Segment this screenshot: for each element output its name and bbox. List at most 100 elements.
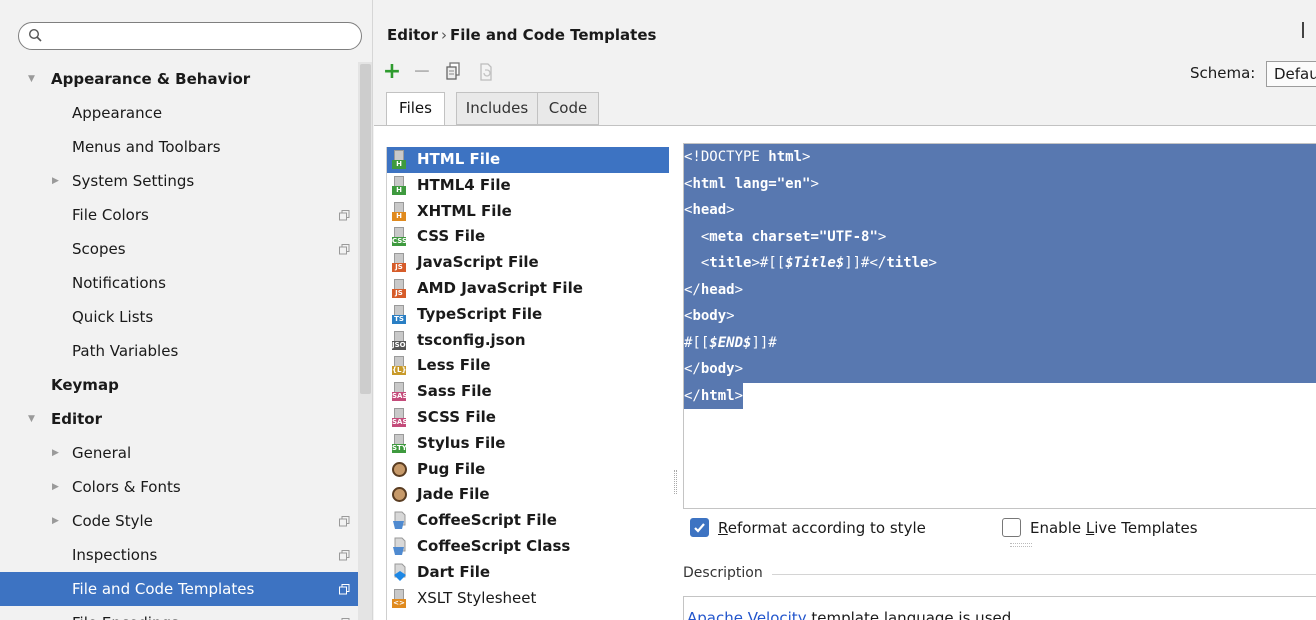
file-type-icon: JS [392, 253, 408, 273]
live-templates-label[interactable]: Enable Live Templates [1030, 518, 1198, 538]
template-item[interactable]: H XHTML File [387, 199, 669, 225]
collapsed-arrow-icon[interactable]: ▶ [52, 470, 59, 504]
tree-item-label: Inspections [72, 546, 158, 564]
template-item[interactable]: CoffeeScript File [387, 508, 669, 534]
file-type-tag: TS [392, 314, 406, 324]
reformat-label[interactable]: Reformat according to style [718, 518, 926, 538]
code-text: body [700, 361, 735, 377]
description-panel: Apache Velocity template language is use… [683, 596, 1316, 620]
velocity-link[interactable]: Apache Velocity [687, 609, 807, 620]
schema-label: Schema: [1190, 64, 1256, 82]
tree-item-label: Code Style [72, 512, 153, 530]
live-templates-checkbox[interactable] [1002, 518, 1021, 537]
settings-content: Editor › File and Code Templates + − Schem… [374, 0, 1316, 620]
file-type-tag: {L} [392, 366, 407, 376]
reformat-checkbox[interactable] [690, 518, 709, 537]
project-scope-icon [339, 244, 350, 255]
tree-item-editor[interactable]: ▼ Editor [0, 402, 358, 436]
template-item[interactable]: SASS Sass File [387, 379, 669, 405]
code-line: </body> [684, 356, 1316, 383]
template-item[interactable]: Dart File [387, 560, 669, 586]
tree-item-inspections[interactable]: Inspections [0, 538, 358, 572]
copy-template-button[interactable] [444, 62, 464, 84]
template-name: CSS File [417, 227, 486, 246]
code-text: html [768, 149, 803, 165]
file-type-icon: {L} [392, 356, 408, 376]
file-type-tag: <> [392, 598, 406, 608]
tree-item-colors-fonts[interactable]: ▶ Colors & Fonts [0, 470, 358, 504]
expanded-arrow-icon[interactable]: ▼ [28, 402, 35, 436]
tab-divider [374, 125, 1316, 126]
template-item[interactable]: CoffeeScript Class [387, 534, 669, 560]
tree-item-menus-and-toolbars[interactable]: Menus and Toolbars [0, 130, 358, 164]
tree-item-scopes[interactable]: Scopes [0, 232, 358, 266]
tab-includes[interactable]: Includes [456, 92, 538, 125]
tree-item-code-style[interactable]: ▶ Code Style [0, 504, 358, 538]
checkmark-icon [694, 523, 705, 533]
breadcrumb-current: File and Code Templates [450, 26, 657, 44]
pug-icon [392, 487, 407, 503]
collapsed-arrow-icon[interactable]: ▶ [52, 436, 59, 470]
resize-grip[interactable] [1010, 543, 1032, 547]
file-type-tag: SASS [392, 392, 413, 402]
tree-item-file-encodings[interactable]: File Encodings [0, 606, 358, 620]
tree-scrollbar[interactable] [358, 62, 372, 620]
tab-code[interactable]: Code [537, 92, 599, 125]
tree-item-label: Appearance & Behavior [51, 70, 251, 88]
template-item[interactable]: Pug File [387, 457, 669, 483]
tree-item-label: Editor [51, 410, 102, 428]
reset-icon [480, 63, 492, 81]
template-item[interactable]: TS TypeScript File [387, 302, 669, 328]
code-line: <body> [684, 303, 1316, 330]
remove-template-button[interactable]: − [412, 61, 432, 84]
reset-template-button[interactable] [476, 62, 496, 84]
template-code-editor[interactable]: <!DOCTYPE html> <html lang="en"> <head> … [683, 143, 1316, 509]
template-item[interactable]: JSON tsconfig.json [387, 328, 669, 354]
tree-item-keymap[interactable]: Keymap [0, 368, 358, 402]
collapsed-arrow-icon[interactable]: ▶ [52, 504, 59, 538]
search-input[interactable] [47, 26, 347, 46]
template-item[interactable]: Jade File [387, 482, 669, 508]
template-item[interactable]: CSS CSS File [387, 224, 669, 250]
template-item[interactable]: H HTML4 File [387, 173, 669, 199]
template-item[interactable]: {L} Less File [387, 353, 669, 379]
tree-item-path-variables[interactable]: Path Variables [0, 334, 358, 368]
template-item[interactable]: <> XSLT Stylesheet [387, 586, 669, 612]
template-item[interactable]: H HTML File [387, 147, 669, 173]
file-type-icon: H [392, 201, 408, 221]
file-type-tag: H [392, 211, 406, 221]
splitter-handle[interactable] [674, 470, 677, 494]
file-type-tag: SASS [392, 417, 413, 427]
tree-item-file-colors[interactable]: File Colors [0, 198, 358, 232]
code-text: head [692, 202, 727, 218]
coffeescript-icon [393, 511, 406, 530]
tree-item-quick-lists[interactable]: Quick Lists [0, 300, 358, 334]
tree-item-system-settings[interactable]: ▶ System Settings [0, 164, 358, 198]
template-name: HTML File [417, 150, 501, 168]
tree-item-appearance[interactable]: Appearance [0, 96, 358, 130]
code-text: html lang="en" [692, 175, 811, 192]
add-template-button[interactable]: + [382, 61, 402, 84]
code-text: <!DOCTYPE [684, 149, 769, 165]
tree-item-label: Colors & Fonts [72, 478, 181, 496]
tree-item-general[interactable]: ▶ General [0, 436, 358, 470]
file-type-tag: JSON [392, 340, 412, 350]
template-item[interactable]: JS JavaScript File [387, 250, 669, 276]
template-item[interactable]: STYL Stylus File [387, 431, 669, 457]
breadcrumb-parent[interactable]: Editor [387, 26, 438, 44]
template-item[interactable]: SASS SCSS File [387, 405, 669, 431]
scrollbar-thumb[interactable] [360, 64, 371, 394]
tree-item-label: General [72, 444, 132, 462]
expanded-arrow-icon[interactable]: ▼ [28, 62, 35, 96]
tree-item-appearance-behavior[interactable]: ▼ Appearance & Behavior [0, 62, 358, 96]
file-type-icon: <> [392, 588, 408, 608]
schema-dropdown[interactable]: Defau [1266, 61, 1316, 87]
tab-files[interactable]: Files [386, 92, 445, 126]
template-item[interactable]: JS AMD JavaScript File [387, 276, 669, 302]
tree-item-file-and-code-templates[interactable]: File and Code Templates [0, 572, 358, 606]
code-line: <head> [684, 197, 1316, 224]
file-type-tag: JS [392, 263, 406, 273]
settings-search-field[interactable] [18, 22, 362, 50]
tree-item-notifications[interactable]: Notifications [0, 266, 358, 300]
collapsed-arrow-icon[interactable]: ▶ [52, 164, 59, 198]
